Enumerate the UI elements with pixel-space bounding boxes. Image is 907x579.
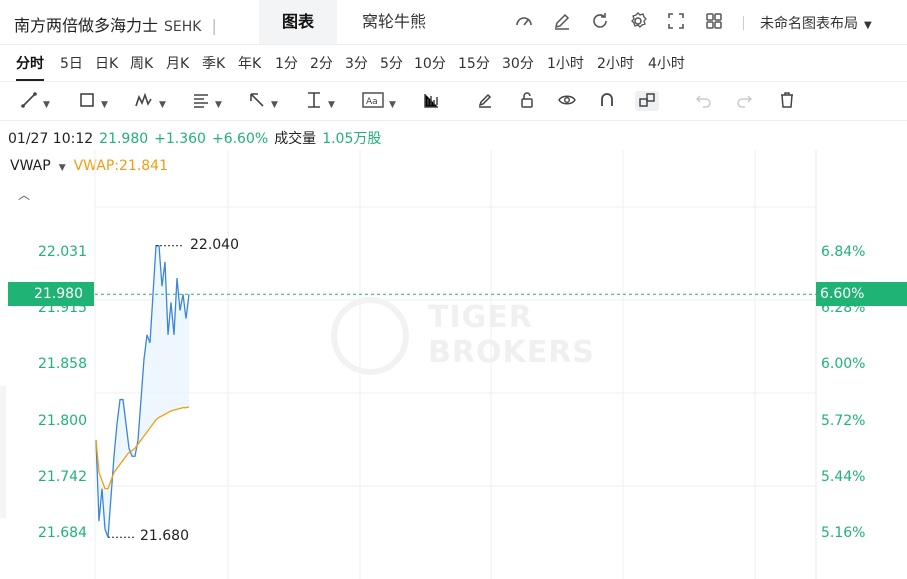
pct-tick-label: 5.16% [821,525,866,541]
intraday-chart[interactable] [0,0,907,579]
current-price-badge: 21.980 [8,282,94,306]
pct-tick-label: 5.72% [821,412,866,429]
panel-resize-strip[interactable] [0,386,6,518]
y-tick-label: 21.742 [38,468,87,485]
current-pct-badge: 6.60% [816,282,907,306]
pct-tick-label: 5.44% [821,468,866,485]
price-area [96,245,189,538]
y-tick-label: 21.858 [38,356,87,373]
watermark-logo [331,297,409,375]
low-marker-label: 21.680 [140,528,189,545]
y-tick-label: 21.684 [38,525,87,541]
pct-tick-label: 6.00% [821,356,866,373]
high-marker-label: 22.040 [190,236,239,253]
y-tick-label: 21.800 [38,412,87,429]
y-tick-label: 22.031 [38,244,87,260]
pct-tick-label: 6.84% [821,244,866,260]
